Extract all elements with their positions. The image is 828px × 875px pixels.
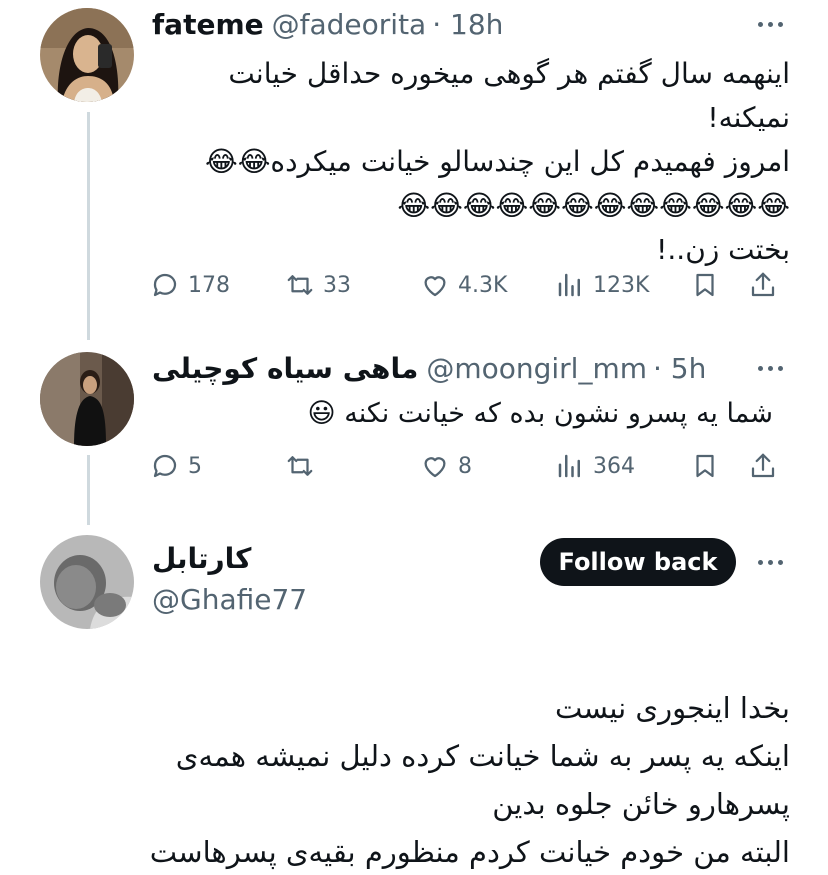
thread-line xyxy=(87,112,90,340)
follow-back-button[interactable]: Follow back xyxy=(540,538,736,586)
tweet-text: اینهمه سال گفتم هر گوهی میخوره حداقل خیا… xyxy=(205,52,790,272)
share-button[interactable] xyxy=(748,265,778,305)
thread-line xyxy=(87,455,90,525)
tweet-header: ماهی سیاه کوچیلی @moongirl_mm · 5h xyxy=(152,352,706,385)
avatar-photo xyxy=(40,352,134,446)
avatar[interactable] xyxy=(40,535,134,629)
avatar-photo xyxy=(40,535,134,629)
like-button[interactable]: 8 xyxy=(420,446,472,486)
repost-icon xyxy=(287,456,313,476)
reply-button[interactable]: 178 xyxy=(150,265,230,305)
repost-button[interactable] xyxy=(285,446,323,486)
tweet-line: اینکه یه پسر به شما خیانت کرده دلیل نمیش… xyxy=(175,739,790,773)
like-count: 4.3K xyxy=(458,272,508,298)
like-icon xyxy=(424,457,446,478)
author-handle[interactable]: @Ghafie77 xyxy=(152,583,307,616)
avatar[interactable] xyxy=(40,8,134,102)
more-icon[interactable] xyxy=(758,560,783,565)
tweet-line: نمیکنه! xyxy=(707,101,790,134)
tweet-line: اینهمه سال گفتم هر گوهی میخوره حداقل خیا… xyxy=(228,57,790,90)
avatar-photo xyxy=(40,8,134,102)
author-handle[interactable]: @fadeorita xyxy=(272,8,427,41)
tweet-line: بخدا اینجوری نیست xyxy=(555,691,790,725)
author-name[interactable]: fateme xyxy=(152,8,264,41)
reply-icon xyxy=(153,273,177,297)
share-icon xyxy=(751,272,775,297)
timestamp[interactable]: · 5h xyxy=(653,352,706,385)
like-icon xyxy=(424,276,446,297)
bookmark-icon xyxy=(696,454,714,478)
repost-icon xyxy=(287,275,313,295)
views-button[interactable]: 364 xyxy=(555,446,635,486)
more-icon[interactable] xyxy=(758,366,783,371)
views-icon xyxy=(558,454,580,478)
tweet-header: fateme @fadeorita · 18h xyxy=(152,8,503,41)
views-button[interactable]: 123K xyxy=(555,265,649,305)
views-count: 364 xyxy=(593,453,635,479)
tweet-line: 😂😂😂😂😂😂😂😂😂😂😂😂 xyxy=(397,189,790,222)
author-name[interactable]: ماهی سیاه کوچیلی xyxy=(152,352,418,385)
bookmark-button[interactable] xyxy=(690,265,720,305)
views-icon xyxy=(558,273,580,297)
bookmark-button[interactable] xyxy=(690,446,720,486)
tweet-text: شما یه پسرو نشون بده که خیانت نکنه 😃 xyxy=(308,392,773,436)
tweet-actions: 5 8 364 xyxy=(150,446,790,486)
author-name[interactable]: کارتابل xyxy=(152,542,251,575)
bookmark-icon xyxy=(696,273,714,297)
more-icon[interactable] xyxy=(758,22,783,27)
like-count: 8 xyxy=(458,453,472,479)
tweet-text: بخدا اینجوری نیست اینکه یه پسر به شما خی… xyxy=(150,684,790,875)
reply-count: 5 xyxy=(188,453,202,479)
tweet-actions: 178 33 4.3K 123K xyxy=(150,265,790,305)
avatar[interactable] xyxy=(40,352,134,446)
author-handle[interactable]: @moongirl_mm xyxy=(426,352,647,385)
tweet-line: امروز فهمیدم کل این چندسالو خیانت میکرده… xyxy=(204,145,790,178)
tweet-line: شما یه پسرو نشون بده که خیانت نکنه 😃 xyxy=(307,398,773,429)
timestamp[interactable]: · 18h xyxy=(432,8,503,41)
reply-icon xyxy=(153,454,177,478)
tweet-line: پسرهارو خائن جلوه بدین xyxy=(492,787,790,821)
share-icon xyxy=(751,453,775,478)
repost-count: 33 xyxy=(323,272,351,298)
reply-button[interactable]: 5 xyxy=(150,446,202,486)
share-button[interactable] xyxy=(748,446,778,486)
tweet-line: البته من خودم خیانت کردم منظورم بقیه‌ی پ… xyxy=(149,835,790,869)
reply-count: 178 xyxy=(188,272,230,298)
repost-button[interactable]: 33 xyxy=(285,265,351,305)
like-button[interactable]: 4.3K xyxy=(420,265,507,305)
views-count: 123K xyxy=(593,272,650,298)
